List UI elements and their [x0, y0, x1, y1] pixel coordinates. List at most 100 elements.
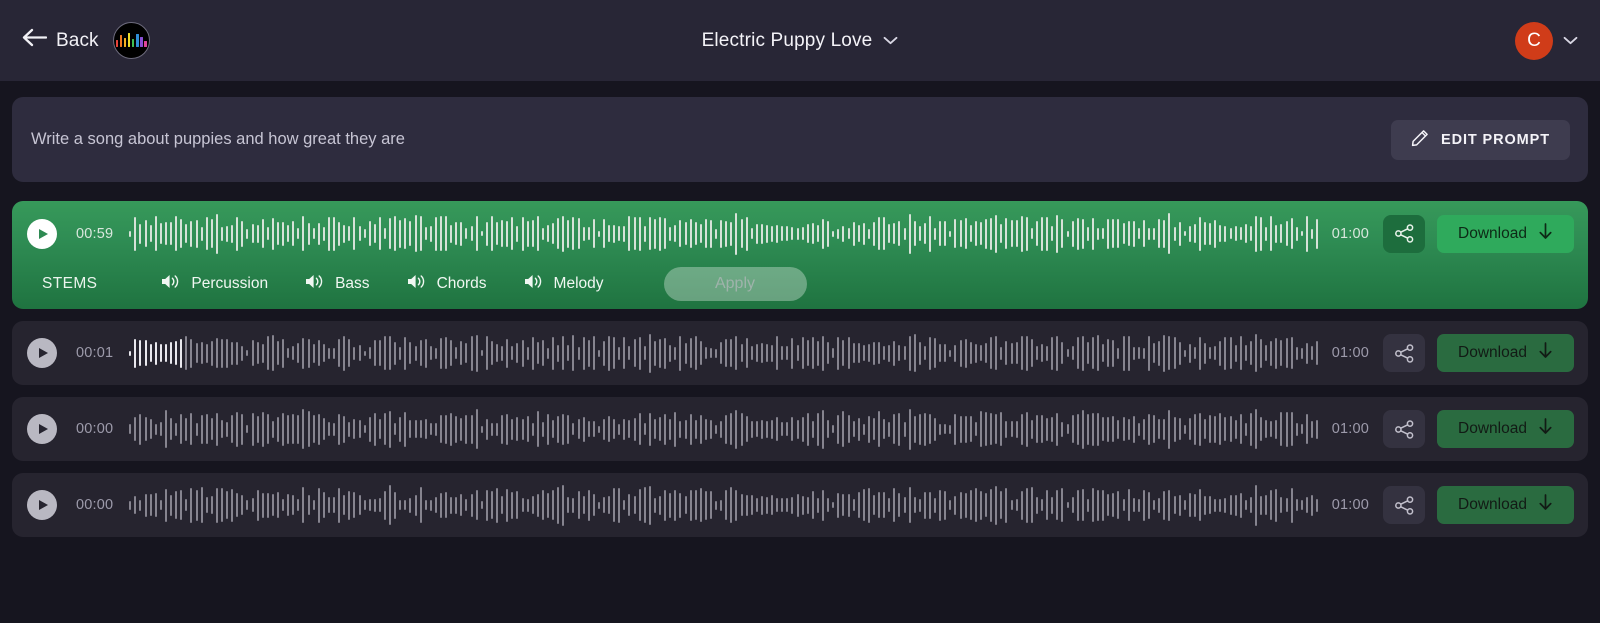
waveform-bar	[490, 491, 493, 519]
waveform-bar	[979, 222, 982, 245]
waveform-bar	[572, 423, 575, 435]
stem-toggle-bass[interactable]: Bass	[305, 273, 370, 295]
waveform-bar	[1280, 224, 1283, 243]
waveform-bar	[918, 413, 921, 445]
waveform-bar	[450, 412, 453, 446]
track-item[interactable]: 00:00 01:00 Download	[12, 397, 1588, 461]
waveform-bar	[1285, 411, 1288, 447]
share-icon[interactable]	[1383, 410, 1425, 448]
download-button[interactable]: Download	[1437, 486, 1574, 524]
waveform-bar	[210, 219, 213, 248]
download-button[interactable]: Download	[1437, 334, 1574, 372]
waveform-bar	[185, 224, 188, 243]
play-icon[interactable]	[27, 218, 57, 249]
waveform-bar	[628, 494, 631, 516]
apply-button[interactable]: Apply	[663, 266, 807, 301]
waveform-bar	[934, 338, 937, 368]
stem-toggle-melody[interactable]: Melody	[524, 273, 604, 295]
waveform-bar	[552, 490, 555, 520]
waveform-bar	[1311, 420, 1314, 438]
play-icon[interactable]	[27, 338, 57, 368]
edit-prompt-button[interactable]: EDIT PROMPT	[1391, 119, 1570, 160]
waveform[interactable]	[129, 483, 1318, 527]
app-logo-equalizer-icon[interactable]	[112, 22, 150, 59]
waveform-bar	[878, 217, 881, 250]
waveform-bar	[949, 500, 952, 510]
waveform[interactable]	[129, 331, 1318, 375]
waveform-bar	[1117, 419, 1120, 439]
waveform-bar	[725, 414, 728, 444]
waveform-bar	[766, 496, 769, 514]
waveform-bar	[1163, 418, 1166, 440]
waveform-bar	[164, 344, 167, 362]
track-item[interactable]: 00:00 01:00 Download	[12, 473, 1588, 537]
waveform-bar	[1153, 415, 1156, 443]
waveform-bar	[1285, 498, 1288, 512]
download-button[interactable]: Download	[1437, 214, 1574, 253]
waveform-bar	[470, 226, 473, 241]
waveform-bar	[1316, 498, 1318, 512]
back-button[interactable]: Back	[22, 22, 150, 59]
stem-toggle-chords[interactable]: Chords	[407, 273, 487, 295]
play-triangle	[39, 348, 48, 358]
play-icon[interactable]	[27, 490, 57, 520]
share-icon[interactable]	[1383, 214, 1425, 253]
download-label: Download	[1458, 344, 1527, 361]
waveform-bar	[287, 348, 290, 358]
waveform-bar	[1168, 409, 1171, 449]
waveform-bar	[1132, 346, 1135, 360]
track-item[interactable]: 00:01 01:00 Download	[12, 321, 1588, 385]
stem-toggle-percussion[interactable]: Percussion	[161, 273, 268, 295]
waveform-bar	[1305, 342, 1308, 364]
waveform-bar	[1275, 488, 1278, 522]
waveform-bar	[944, 344, 947, 362]
waveform-bar	[506, 413, 509, 445]
waveform-bar	[521, 498, 524, 512]
waveform-bar	[852, 221, 855, 246]
waveform-bar	[699, 488, 702, 522]
song-title-dropdown[interactable]: Electric Puppy Love	[702, 30, 899, 52]
waveform-bar	[577, 346, 580, 360]
waveform-bar	[1153, 343, 1156, 363]
waveform[interactable]	[129, 407, 1318, 451]
waveform-bar	[1198, 336, 1201, 370]
waveform-bar	[256, 342, 259, 364]
share-icon[interactable]	[1383, 486, 1425, 524]
waveform-bar	[628, 346, 631, 360]
waveform-bar	[664, 218, 667, 249]
prompt-text: Write a song about puppies and how great…	[31, 130, 405, 148]
waveform[interactable]	[129, 212, 1318, 256]
waveform-bar	[923, 223, 926, 244]
avatar[interactable]: C	[1515, 21, 1553, 60]
waveform-bar	[832, 230, 835, 237]
waveform-bar	[893, 223, 896, 244]
play-icon[interactable]	[27, 414, 57, 444]
waveform-bar	[883, 419, 886, 439]
waveform-bar	[664, 337, 667, 369]
waveform-bar	[231, 341, 234, 365]
waveform-bar	[557, 218, 560, 249]
waveform-bar	[383, 490, 386, 520]
waveform-bar	[964, 338, 967, 368]
waveform-bar	[460, 494, 463, 516]
waveform-bar	[404, 218, 407, 249]
download-button[interactable]: Download	[1437, 410, 1574, 448]
waveform-bar	[531, 496, 534, 514]
waveform-bar	[613, 488, 616, 522]
waveform-bar	[1051, 416, 1054, 442]
track-item[interactable]: 00:59 01:00 Download STEMS Percussion Bass Cho…	[12, 201, 1588, 309]
user-menu[interactable]: C	[1515, 0, 1578, 81]
waveform-bar	[1249, 497, 1252, 513]
back-button-inner[interactable]: Back	[22, 28, 99, 53]
share-icon[interactable]	[1383, 334, 1425, 372]
waveform-bar	[368, 221, 371, 246]
waveform-bar	[322, 418, 325, 440]
waveform-bar	[1224, 497, 1227, 513]
waveform-bar	[1158, 340, 1161, 366]
waveform-bar	[134, 338, 137, 368]
waveform-bar	[266, 336, 269, 370]
waveform-bar	[159, 500, 162, 510]
waveform-bar	[913, 221, 916, 246]
waveform-bar	[1046, 417, 1049, 441]
waveform-bar	[679, 335, 682, 371]
